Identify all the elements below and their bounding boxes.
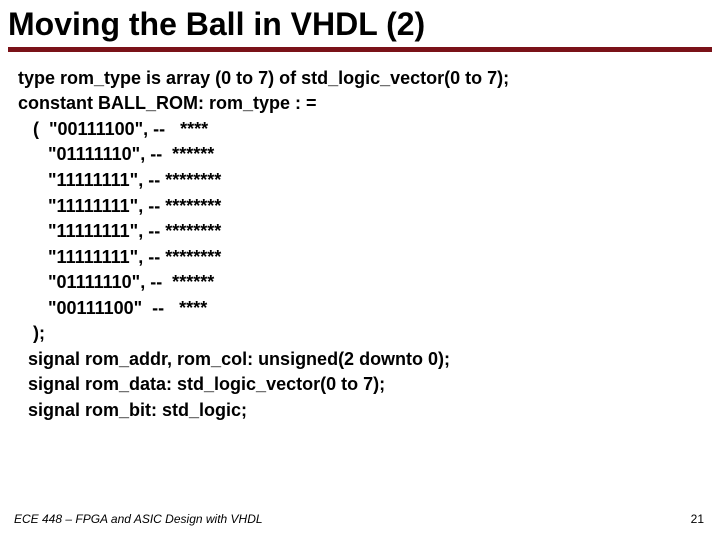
code-line: "11111111", -- ******** (18, 168, 712, 194)
code-line: "11111111", -- ******** (18, 219, 712, 245)
code-line: "01111110", -- ****** (18, 142, 712, 168)
code-line: ); (18, 321, 712, 347)
code-line: ( "00111100", -- **** (18, 117, 712, 143)
code-line: signal rom_addr, rom_col: unsigned(2 dow… (18, 347, 712, 373)
code-line: "11111111", -- ******** (18, 194, 712, 220)
code-line: "11111111", -- ******** (18, 245, 712, 271)
code-line: constant BALL_ROM: rom_type : = (18, 91, 712, 117)
code-line: signal rom_data: std_logic_vector(0 to 7… (18, 372, 712, 398)
code-block: type rom_type is array (0 to 7) of std_l… (8, 66, 712, 424)
page-number: 21 (691, 512, 704, 526)
code-line: "01111110", -- ****** (18, 270, 712, 296)
code-line: "00111100" -- **** (18, 296, 712, 322)
footer-text: ECE 448 – FPGA and ASIC Design with VHDL (14, 512, 263, 526)
title-divider (8, 47, 712, 52)
code-line: signal rom_bit: std_logic; (18, 398, 712, 424)
slide-title: Moving the Ball in VHDL (2) (8, 6, 712, 43)
code-line: type rom_type is array (0 to 7) of std_l… (18, 66, 712, 92)
